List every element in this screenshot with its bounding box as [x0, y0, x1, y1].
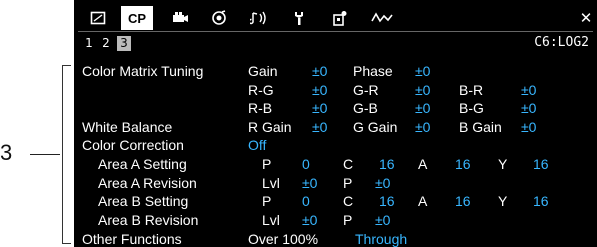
color-matrix-label[interactable]: Color Matrix Tuning	[82, 63, 203, 80]
tab-lens[interactable]	[203, 6, 235, 30]
wb-rgain-label: R Gain	[248, 119, 292, 135]
area-b-lvl-value[interactable]: ±0	[302, 212, 317, 229]
area-a-y-value[interactable]: 16	[533, 156, 549, 173]
camera-menu-screen: CP ✕ 1 2 3 C6:LOG2 Color Matrix Tuning G…	[74, 0, 597, 247]
tab-output[interactable]	[366, 6, 398, 30]
area-b-p-value[interactable]: 0	[302, 193, 310, 210]
tab-divider	[78, 31, 593, 32]
area-b-y-label: Y	[498, 193, 508, 209]
wb-ggain-value[interactable]: ±0	[415, 119, 430, 136]
audio-icon	[250, 11, 266, 25]
area-a-y-label: Y	[498, 156, 508, 172]
area-b-revision-label[interactable]: Area B Revision	[98, 212, 198, 229]
area-b-c-label: C	[343, 193, 354, 209]
area-a-p-value[interactable]: 0	[302, 156, 310, 173]
matrix-rg-value[interactable]: ±0	[312, 82, 327, 99]
waveform-icon	[371, 12, 393, 23]
matrix-phase-label: Phase	[353, 63, 393, 79]
white-balance-label[interactable]: White Balance	[82, 119, 172, 136]
area-a-revision-label[interactable]: Area A Revision	[98, 175, 197, 192]
tab-custom-picture[interactable]: CP	[121, 6, 153, 30]
area-b-a-value[interactable]: 16	[455, 193, 471, 210]
callout-bracket	[62, 65, 71, 244]
matrix-rb-value[interactable]: ±0	[312, 100, 327, 117]
area-a-c-value[interactable]: 16	[379, 156, 395, 173]
lens-dial-icon	[212, 10, 226, 25]
area-a-a-value[interactable]: 16	[455, 156, 471, 173]
preset-indicator: C6:LOG2	[534, 35, 589, 50]
color-correction-value[interactable]: Off	[248, 137, 266, 154]
wrench-icon	[295, 12, 303, 25]
wb-rgain-value[interactable]: ±0	[312, 119, 327, 136]
close-icon[interactable]: ✕	[570, 6, 597, 30]
tab-custom[interactable]	[324, 6, 356, 30]
matrix-gb-value[interactable]: ±0	[415, 100, 430, 117]
area-b-y-value[interactable]: 16	[533, 193, 549, 210]
area-b-setting-label[interactable]: Area B Setting	[98, 193, 188, 210]
tab-camera[interactable]	[164, 6, 196, 30]
over-100-value[interactable]: Through	[355, 231, 407, 247]
matrix-rb-label: R-B	[248, 100, 273, 116]
matrix-bg-value[interactable]: ±0	[521, 100, 536, 117]
area-b-p-label: P	[262, 193, 272, 209]
color-correction-label[interactable]: Color Correction	[82, 137, 184, 154]
matrix-rg-label: R-G	[248, 82, 274, 98]
area-b-a-label: A	[418, 193, 428, 209]
matrix-gain-value[interactable]: ±0	[312, 63, 327, 80]
matrix-br-label: B-R	[459, 82, 484, 98]
tab-setup[interactable]	[283, 6, 315, 30]
matrix-gb-label: G-B	[353, 100, 378, 116]
matrix-gr-value[interactable]: ±0	[415, 82, 430, 99]
area-a-c-label: C	[343, 156, 354, 172]
area-b-rev-p-value[interactable]: ±0	[375, 212, 390, 229]
page-3-current[interactable]: 3	[117, 36, 131, 51]
wb-bgain-label: B Gain	[459, 119, 502, 135]
page-2[interactable]: 2	[99, 36, 113, 51]
playback-frame-icon	[90, 11, 106, 25]
area-a-p-label: P	[262, 156, 272, 172]
tab-audio[interactable]	[244, 6, 276, 30]
matrix-br-value[interactable]: ±0	[521, 82, 536, 99]
matrix-gain-label: Gain	[248, 63, 278, 79]
callout-number: 3	[0, 140, 13, 165]
area-b-c-value[interactable]: 16	[379, 193, 395, 210]
area-b-rev-p-label: P	[343, 212, 353, 228]
area-a-setting-label[interactable]: Area A Setting	[98, 156, 187, 173]
wb-ggain-label: G Gain	[353, 119, 398, 135]
other-functions-label[interactable]: Other Functions	[82, 231, 182, 247]
area-a-lvl-value[interactable]: ±0	[302, 175, 317, 192]
matrix-phase-value[interactable]: ±0	[415, 63, 430, 80]
over-100-label: Over 100%	[248, 231, 319, 247]
area-a-rev-p-value[interactable]: ±0	[375, 175, 390, 192]
area-b-lvl-label: Lvl	[262, 212, 280, 228]
area-a-rev-p-label: P	[343, 175, 353, 191]
camera-film-icon	[173, 12, 188, 22]
area-a-lvl-label: Lvl	[262, 175, 280, 191]
matrix-bg-label: B-G	[459, 100, 484, 116]
callout-leader-line	[30, 154, 60, 155]
area-a-a-label: A	[418, 156, 428, 172]
custom-settings-icon	[333, 11, 347, 26]
tab-playback[interactable]	[82, 6, 114, 30]
menu-tab-bar: CP ✕	[74, 6, 597, 30]
matrix-gr-label: G-R	[353, 82, 379, 98]
wb-bgain-value[interactable]: ±0	[521, 119, 536, 136]
page-1[interactable]: 1	[82, 36, 96, 51]
